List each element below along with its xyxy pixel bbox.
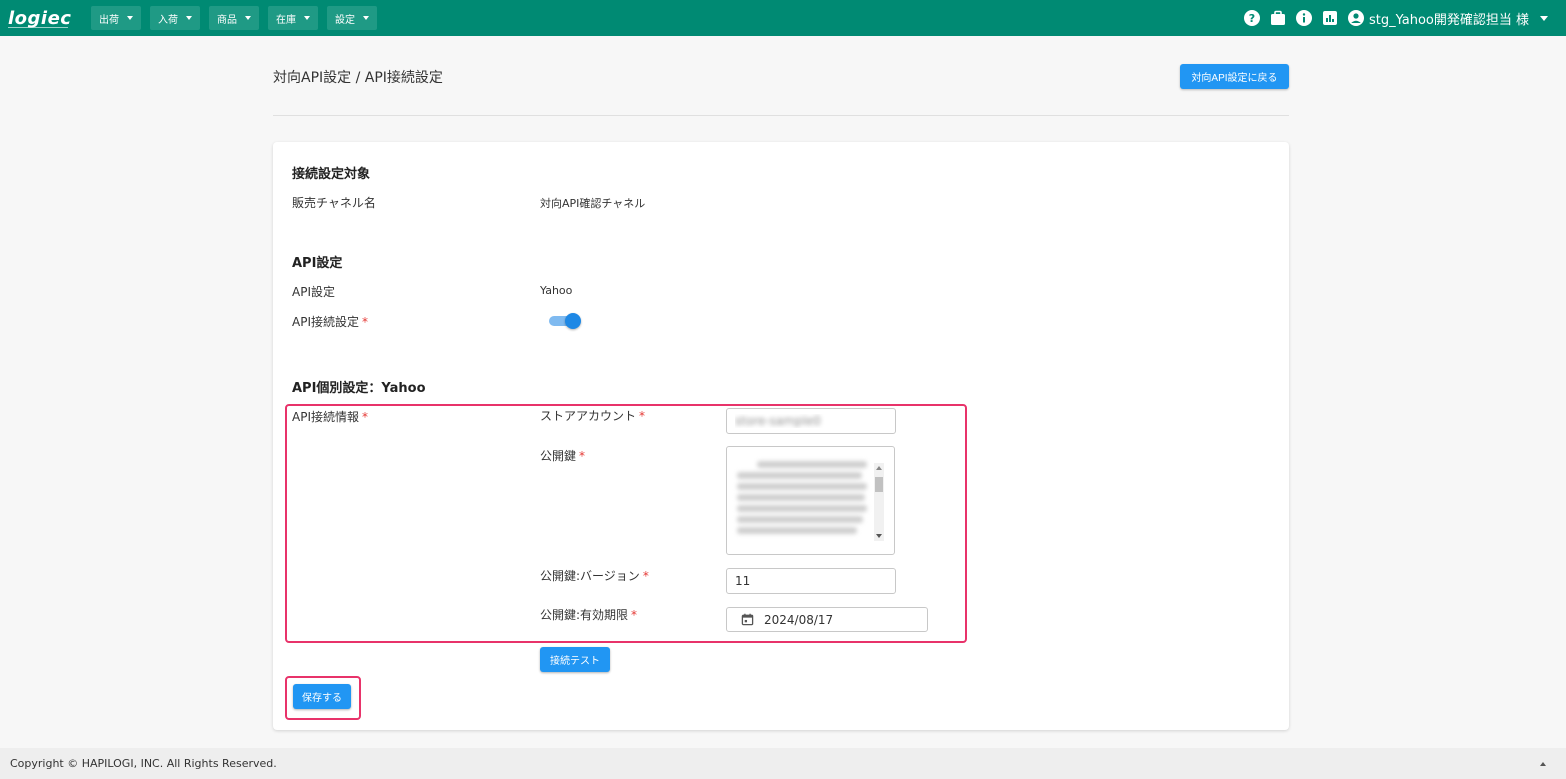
blurred-key-content [737,461,867,538]
top-navbar: logiec 出荷 入荷 商品 在庫 設定 ? stg_Yahoo開発確認担当 … [0,0,1566,36]
public-key-expiry-input[interactable]: 2024/08/17 [726,607,928,632]
public-key-expiry-label: 公開鍵:有効期限 * [540,606,637,623]
api-info-label: API接続情報 * [292,408,368,425]
individual-section-title: API個別設定：Yahoo [292,381,426,396]
copyright-text: Copyright © HAPILOGI, INC. All Rights Re… [10,757,277,770]
required-mark: * [579,449,586,463]
store-account-input[interactable] [726,408,896,434]
page-title: 対向API設定 / API接続設定 [273,70,443,86]
public-key-version-input[interactable] [726,568,896,594]
public-key-version-label: 公開鍵:バージョン * [540,567,649,584]
chart-icon[interactable] [1322,10,1338,26]
calendar-icon [741,613,754,626]
nav-shipping[interactable]: 出荷 [91,6,141,30]
chevron-down-icon [186,16,192,20]
connection-test-button[interactable]: 接続テスト [540,647,610,672]
nav-products[interactable]: 商品 [209,6,259,30]
svg-text:?: ? [1249,12,1255,25]
header-actions: ? stg_Yahoo開発確認担当 様 [1243,0,1548,36]
user-name: stg_Yahoo開発確認担当 様 [1368,12,1529,28]
nav-settings[interactable]: 設定 [327,6,377,30]
api-connect-toggle[interactable] [549,313,581,329]
textarea-scrollbar[interactable] [874,463,884,541]
required-mark: * [362,410,368,424]
channel-value: 対向API確認チャネル [540,197,646,210]
nav-label: 入荷 [158,14,178,26]
scroll-up-icon[interactable] [876,466,882,470]
footer: Copyright © HAPILOGI, INC. All Rights Re… [0,748,1566,779]
required-mark: * [639,409,646,423]
chevron-down-icon [245,16,251,20]
channel-label: 販売チャネル名 [292,196,376,210]
divider [273,115,1289,116]
chevron-down-icon [304,16,310,20]
public-key-version-label-text: 公開鍵:バージョン [540,569,640,583]
store-account-label-text: ストアアカウント [540,409,637,423]
required-mark: * [362,315,368,329]
scroll-thumb[interactable] [875,477,883,492]
scroll-down-icon[interactable] [876,534,882,538]
nav-label: 在庫 [276,14,296,26]
nav-receiving[interactable]: 入荷 [150,6,200,30]
api-connect-label-text: API接続設定 [292,315,359,329]
scroll-top-icon[interactable] [1540,762,1546,766]
nav-label: 商品 [217,14,237,26]
public-key-textarea[interactable] [726,446,895,555]
api-connect-label: API接続設定 * [292,313,368,330]
help-icon[interactable]: ? [1243,10,1260,26]
api-label: API設定 [292,285,335,299]
info-icon[interactable] [1295,10,1312,26]
chevron-down-icon [127,16,133,20]
store-account-label: ストアアカウント * [540,407,645,424]
nav-label: 出荷 [99,14,119,26]
api-value: Yahoo [540,284,573,297]
account-icon [1347,10,1364,26]
api-section-title: API設定 [292,256,343,271]
logo[interactable]: logiec [8,7,74,29]
save-button[interactable]: 保存する [293,684,351,709]
public-key-label: 公開鍵 * [540,447,585,464]
back-to-api-settings-button[interactable]: 対向API設定に戻る [1180,64,1289,89]
chevron-down-icon [363,16,369,20]
public-key-label-text: 公開鍵 [540,449,577,463]
required-mark: * [642,569,649,583]
chevron-down-icon [1540,15,1548,21]
required-mark: * [631,608,638,622]
main-nav: 出荷 入荷 商品 在庫 設定 [91,6,386,30]
nav-label: 設定 [335,14,355,26]
nav-inventory[interactable]: 在庫 [268,6,318,30]
target-section-title: 接続設定対象 [292,167,371,182]
briefcase-icon[interactable] [1270,10,1286,26]
user-menu[interactable]: stg_Yahoo開発確認担当 様 [1347,9,1548,28]
public-key-expiry-label-text: 公開鍵:有効期限 [540,608,629,622]
expiry-date-value: 2024/08/17 [764,612,834,627]
toggle-knob [565,313,581,329]
api-info-label-text: API接続情報 [292,410,359,424]
